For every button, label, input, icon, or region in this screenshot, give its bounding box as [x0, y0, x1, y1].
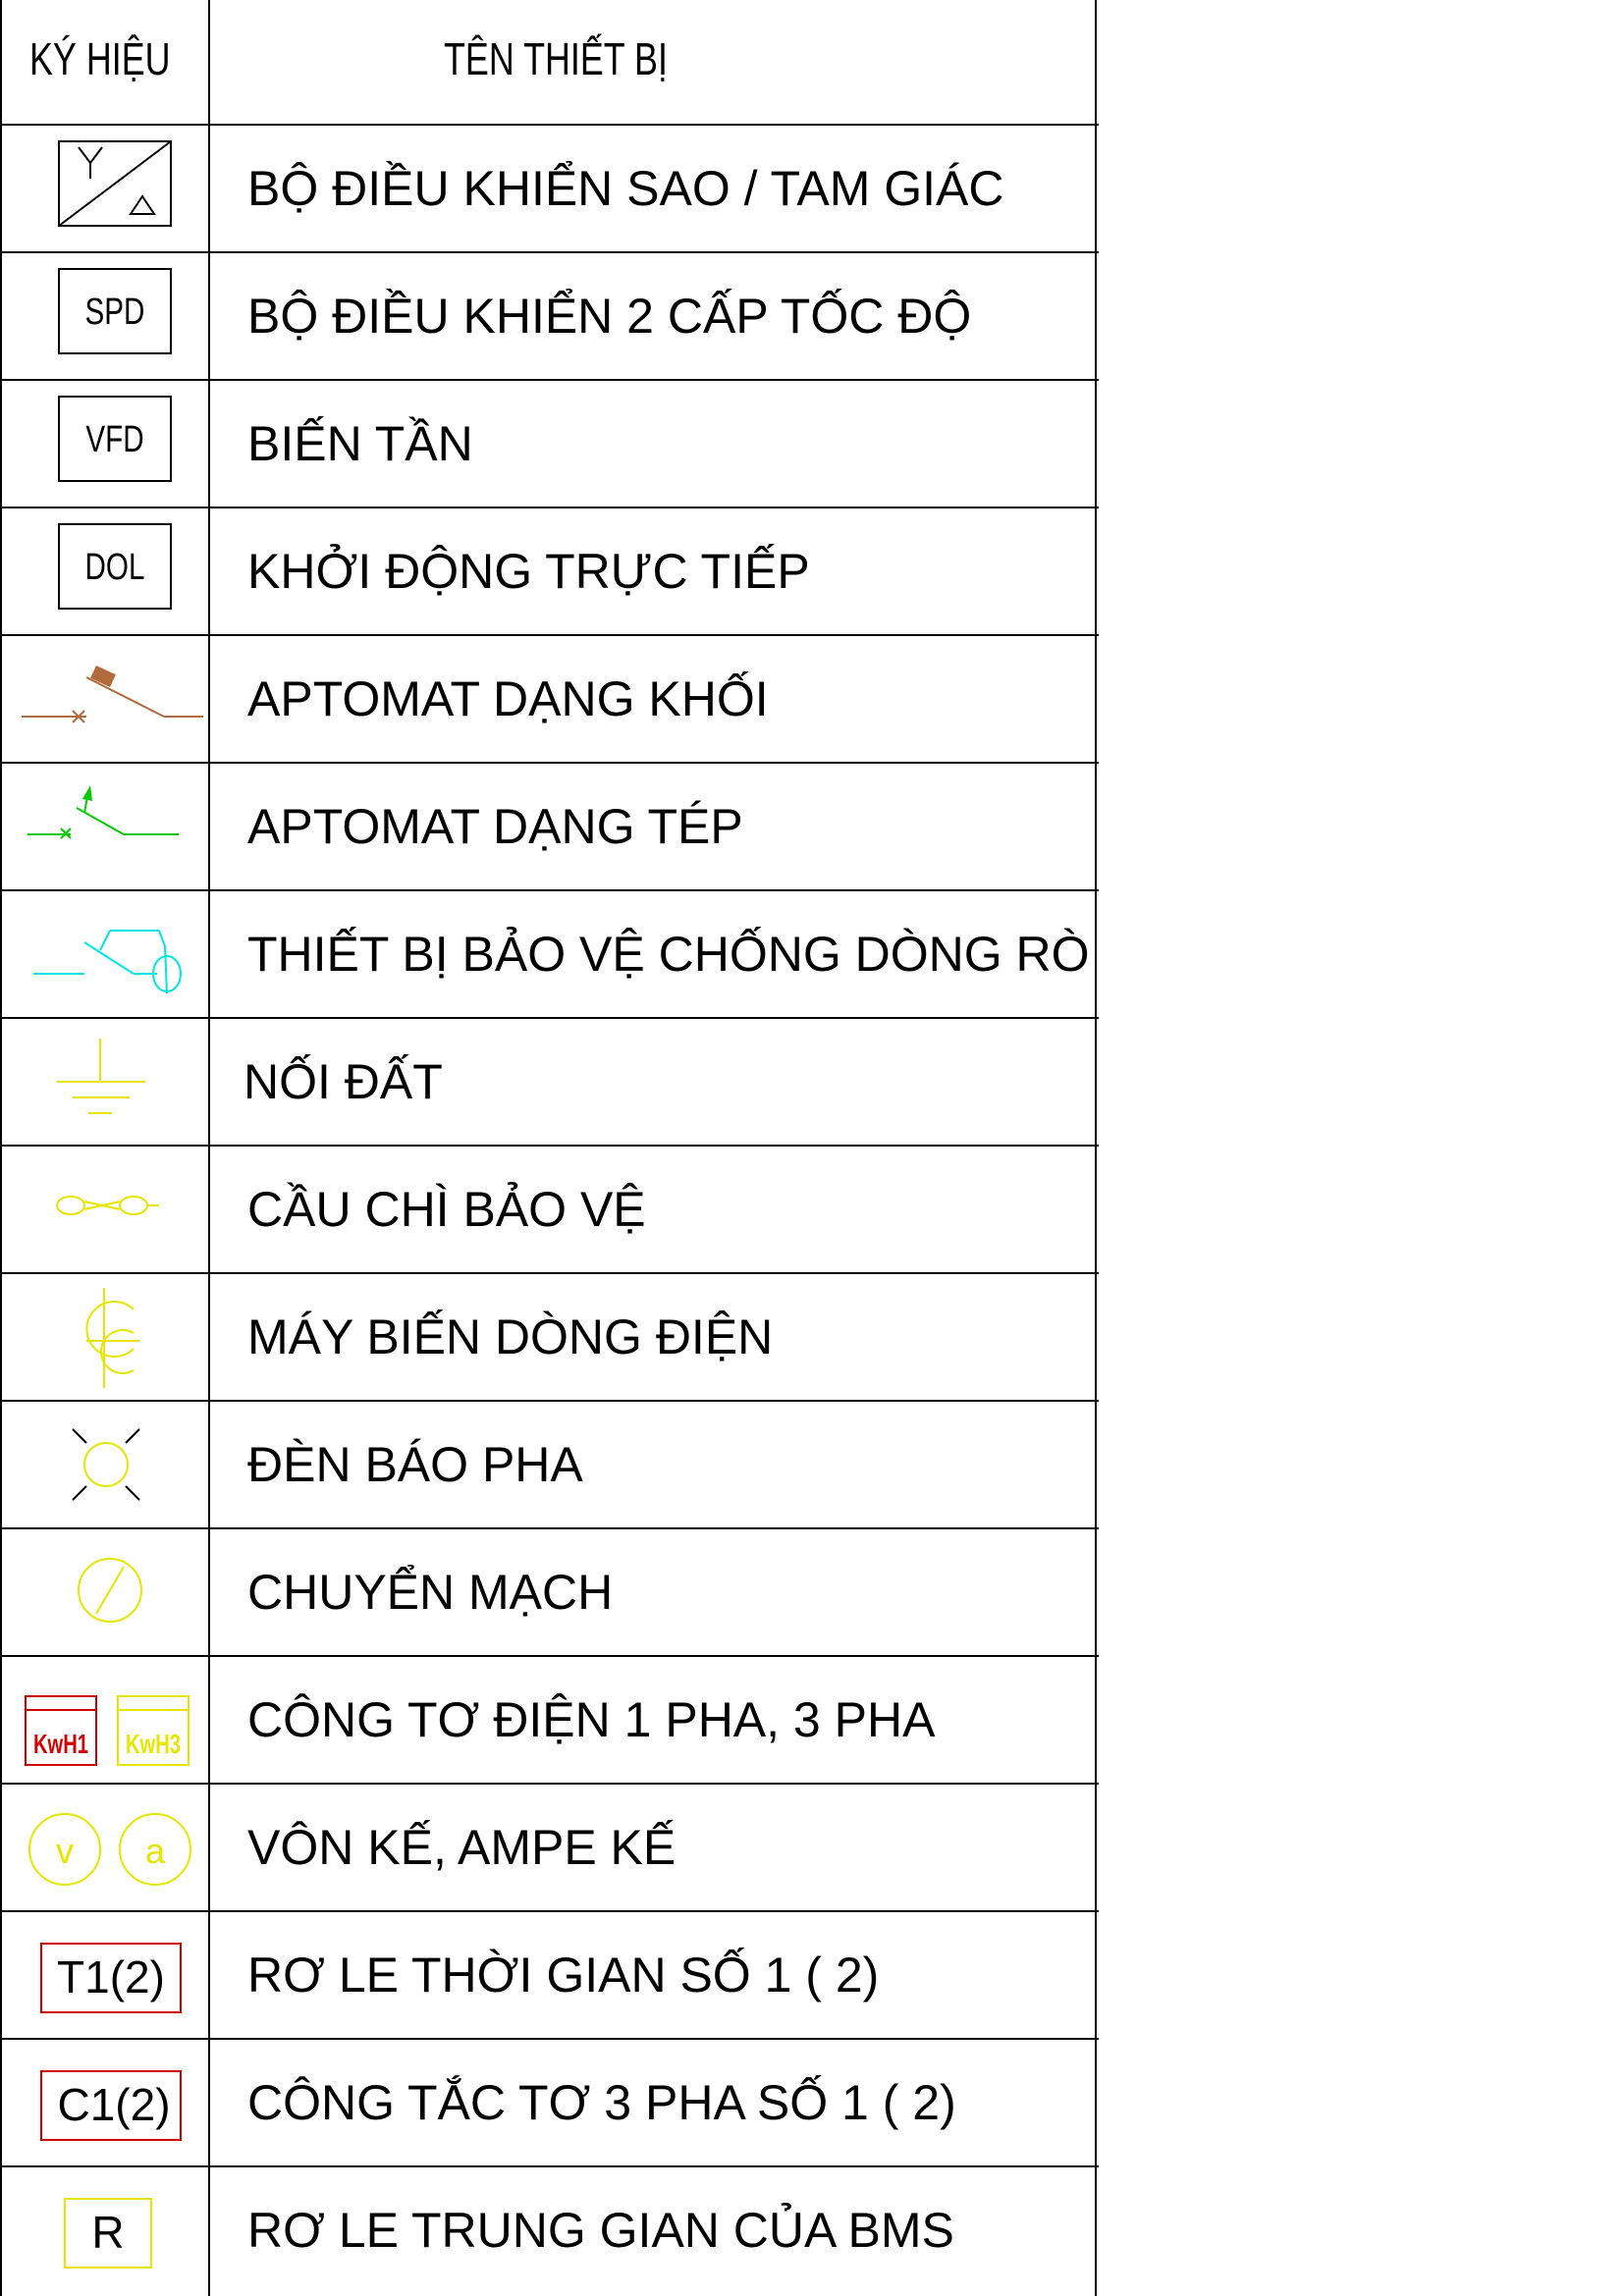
symbol-legend-table: KÝ HIỆU TÊN THIẾT BỊ BỘ ĐIỀU KHIỂN SAO /…: [0, 0, 1099, 2296]
table-row: KwH1 KwH3 CÔNG TƠ ĐIỆN 1 PHA, 3 PHA: [2, 1657, 1099, 1785]
dol-symbol: DOL: [2, 508, 208, 634]
energy-meter-symbols: KwH1 KwH3: [2, 1657, 208, 1783]
device-name: ĐÈN BÁO PHA: [247, 1437, 583, 1492]
current-transformer-icon: [2, 1274, 208, 1400]
device-name: NỐI ĐẤT: [244, 1054, 443, 1109]
table-row: CHUYỂN MẠCH: [2, 1529, 1099, 1657]
table-row: NỐI ĐẤT: [2, 1019, 1099, 1147]
table-row: T1(2) RƠ LE THỜI GIAN SỐ 1 ( 2): [2, 1912, 1099, 2040]
bms-relay-symbol: R: [2, 2167, 208, 2293]
table-row: SPD BỘ ĐIỀU KHIỂN 2 CẤP TỐC ĐỘ: [2, 253, 1099, 381]
table-row: ĐÈN BÁO PHA: [2, 1402, 1099, 1529]
table-row: APTOMAT DẠNG TÉP: [2, 764, 1099, 891]
svg-text:v: v: [56, 1831, 74, 1871]
svg-text:T1(2): T1(2): [57, 1951, 165, 2002]
svg-text:a: a: [145, 1831, 166, 1871]
table-row: CẦU CHÌ BẢO VỆ: [2, 1147, 1099, 1274]
voltmeter-ammeter-icon: v a: [2, 1785, 208, 1910]
svg-text:VFD: VFD: [85, 419, 143, 460]
device-name: RƠ LE TRUNG GIAN CỦA BMS: [247, 2203, 954, 2258]
device-name: MÁY BIẾN DÒNG ĐIỆN: [247, 1309, 774, 1364]
contactor-symbol: C1(2): [2, 2040, 208, 2165]
column-divider: [208, 0, 210, 2296]
device-name: RƠ LE THỜI GIAN SỐ 1 ( 2): [247, 1948, 880, 2002]
timer-relay-symbol: T1(2): [2, 1912, 208, 2038]
selector-switch-icon: [2, 1529, 208, 1655]
device-name: CHUYỂN MẠCH: [247, 1565, 614, 1620]
phase-lamp-icon: [2, 1402, 208, 1527]
table-row: APTOMAT DẠNG KHỐI: [2, 636, 1099, 764]
device-name: THIẾT BỊ BẢO VỆ CHỐNG DÒNG RÒ: [247, 927, 1090, 982]
mcb-icon: [2, 764, 208, 889]
svg-text:C1(2): C1(2): [57, 2079, 170, 2130]
table-header: KÝ HIỆU TÊN THIẾT BỊ: [2, 0, 1099, 126]
earth-icon: [2, 1019, 208, 1145]
symbol-column-header: KÝ HIỆU: [29, 33, 171, 84]
fuse-icon: [2, 1147, 208, 1272]
table-row: VFD BIẾN TẦN: [2, 381, 1099, 508]
device-name: APTOMAT DẠNG TÉP: [247, 799, 743, 854]
device-name: CÔNG TẮC TƠ 3 PHA SỐ 1 ( 2): [247, 2075, 956, 2130]
table-row: C1(2) CÔNG TẮC TƠ 3 PHA SỐ 1 ( 2): [2, 2040, 1099, 2167]
device-name: CÔNG TƠ ĐIỆN 1 PHA, 3 PHA: [247, 1692, 936, 1747]
vfd-symbol: VFD: [2, 381, 208, 507]
table-row: DOL KHỞI ĐỘNG TRỰC TIẾP: [2, 508, 1099, 636]
svg-text:KwH3: KwH3: [126, 1730, 181, 1760]
svg-text:SPD: SPD: [85, 292, 145, 333]
device-name: CẦU CHÌ BẢO VỆ: [247, 1182, 646, 1237]
device-name: VÔN KẾ, AMPE KẾ: [247, 1820, 677, 1875]
device-name: BỘ ĐIỀU KHIỂN 2 CẤP TỐC ĐỘ: [247, 289, 972, 344]
table-row: BỘ ĐIỀU KHIỂN SAO / TAM GIÁC: [2, 126, 1099, 253]
table-row: THIẾT BỊ BẢO VỆ CHỐNG DÒNG RÒ: [2, 891, 1099, 1019]
rcd-icon: [2, 891, 208, 1017]
device-name: BIẾN TẦN: [247, 416, 473, 471]
svg-text:R: R: [91, 2207, 124, 2258]
device-name: KHỞI ĐỘNG TRỰC TIẾP: [247, 544, 810, 599]
mccb-icon: [2, 636, 208, 762]
svg-text:KwH1: KwH1: [33, 1730, 88, 1760]
svg-text:DOL: DOL: [85, 547, 145, 588]
table-row: R RƠ LE TRUNG GIAN CỦA BMS: [2, 2167, 1099, 2296]
table-row: v a VÔN KẾ, AMPE KẾ: [2, 1785, 1099, 1912]
device-name: BỘ ĐIỀU KHIỂN SAO / TAM GIÁC: [247, 161, 1004, 216]
name-column-header: TÊN THIẾT BỊ: [444, 33, 668, 84]
spd-symbol: SPD: [2, 253, 208, 379]
table-row: MÁY BIẾN DÒNG ĐIỆN: [2, 1274, 1099, 1402]
star-delta-icon: [2, 126, 208, 251]
device-name: APTOMAT DẠNG KHỐI: [247, 671, 769, 726]
